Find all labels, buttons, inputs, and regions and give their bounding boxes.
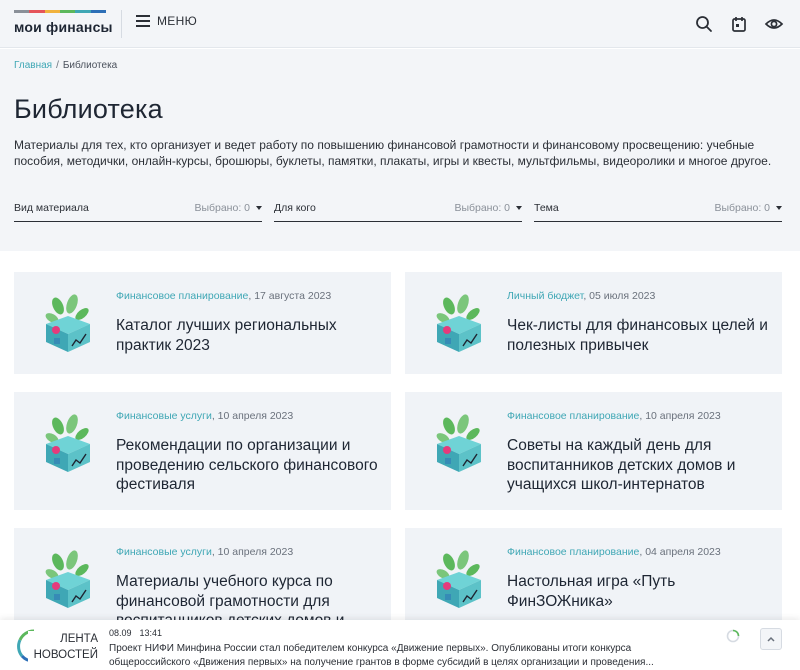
search-icon[interactable] [693,13,715,35]
book-plant-icon [40,550,96,610]
filter-material-type[interactable]: Вид материала Выбрано: 0 [14,200,262,222]
card-category-link[interactable]: Финансовое планирование [507,410,639,422]
news-headline-link[interactable]: Проект НИФИ Минфина России стал победите… [109,642,689,670]
filter-value: Выбрано: 0 [454,202,522,214]
chevron-down-icon [516,206,522,211]
card-category-link[interactable]: Финансовое планирование [507,546,639,558]
filter-value: Выбрано: 0 [714,202,782,214]
card-title[interactable]: Рекомендации по организации и проведению… [116,436,378,495]
page-title: Библиотека [14,94,163,124]
menu-label: МЕНЮ [157,14,197,28]
card-category-link[interactable]: Финансовое планирование [116,290,248,302]
filter-label: Вид материала [14,202,89,214]
book-plant-icon [40,414,96,474]
card-date: , 10 апреля 2023 [211,410,294,422]
card-date: , 04 апреля 2023 [639,546,721,558]
library-card[interactable]: Финансовые услуги, 10 апреля 2023 Рекоме… [14,392,391,510]
card-title[interactable]: Материалы учебного курса по финансовой г… [116,572,378,620]
filter-audience[interactable]: Для кого Выбрано: 0 [274,200,522,222]
calendar-icon[interactable] [728,13,750,35]
card-date: , 17 августа 2023 [248,290,332,302]
card-title[interactable]: Чек-листы для финансовых целей и полезны… [507,316,769,355]
breadcrumb-current: Библиотека [62,60,118,71]
eye-icon[interactable] [763,13,785,35]
chevron-up-icon [767,636,775,642]
card-meta: Финансовое планирование, 17 августа 2023 [116,290,331,302]
card-date: , 05 июля 2023 [583,290,656,302]
news-timestamp: 08.09 13:41 [109,628,170,638]
chevron-down-icon [776,206,782,211]
card-title[interactable]: Настольная игра «Путь ФинЗОЖника» [507,572,769,611]
card-date: , 10 апреля 2023 [211,546,294,558]
card-category-link[interactable]: Финансовые услуги [116,410,212,422]
logo-color-stripe [14,10,106,13]
book-plant-icon [431,294,487,354]
library-card[interactable]: Финансовое планирование, 10 апреля 2023 … [405,392,782,510]
page-description: Материалы для тех, кто организует и веде… [14,138,772,168]
library-card[interactable]: Личный бюджет, 05 июля 2023 Чек-листы дл… [405,272,782,374]
news-feed-logo[interactable]: ЛЕНТА НОВОСТЕЙ [16,628,98,666]
card-meta: Финансовые услуги, 10 апреля 2023 [116,410,293,422]
card-meta: Финансовые услуги, 10 апреля 2023 [116,546,293,558]
library-card[interactable]: Финансовое планирование, 17 августа 2023… [14,272,391,374]
filter-label: Тема [534,202,559,214]
breadcrumb-home-link[interactable]: Главная [14,60,52,71]
news-feed-label: ЛЕНТА НОВОСТЕЙ [28,631,98,663]
card-date: , 10 апреля 2023 [639,410,721,422]
card-category-link[interactable]: Финансовые услуги [116,546,212,558]
chevron-down-icon [256,206,262,211]
card-category-link[interactable]: Личный бюджет [507,290,583,302]
breadcrumb: Главная / Библиотека [14,60,117,71]
news-ticker: ЛЕНТА НОВОСТЕЙ 08.09 13:41 Проект НИФИ Ми… [0,620,800,670]
card-meta: Финансовое планирование, 04 апреля 2023 [507,546,721,558]
logo-text: мои финансы [14,19,113,35]
filter-value: Выбрано: 0 [194,202,262,214]
menu-button[interactable]: МЕНЮ [136,14,197,28]
loading-spinner-icon [726,629,740,643]
book-plant-icon [431,550,487,610]
library-card[interactable]: Финансовые услуги, 10 апреля 2023 Матери… [14,528,391,620]
card-meta: Финансовое планирование, 10 апреля 2023 [507,410,721,422]
news-date: 08.09 [109,628,132,638]
news-time: 13:41 [139,628,163,638]
site-logo[interactable]: мои финансы [14,10,113,35]
breadcrumb-separator: / [56,60,59,71]
card-meta: Личный бюджет, 05 июля 2023 [507,290,655,302]
header-divider [121,10,122,38]
scroll-to-top-button[interactable] [760,628,782,650]
book-plant-icon [431,414,487,474]
card-title[interactable]: Советы на каждый день для воспитанников … [507,436,769,495]
card-title[interactable]: Каталог лучших региональных практик 2023 [116,316,378,355]
site-header: мои финансы МЕНЮ [0,0,800,48]
library-card[interactable]: Финансовое планирование, 04 апреля 2023 … [405,528,782,620]
filter-label: Для кого [274,202,316,214]
book-plant-icon [40,294,96,354]
library-hero: Главная / Библиотека Библиотека Материал… [0,49,800,251]
hamburger-icon [136,15,150,27]
filter-topic[interactable]: Тема Выбрано: 0 [534,200,782,222]
